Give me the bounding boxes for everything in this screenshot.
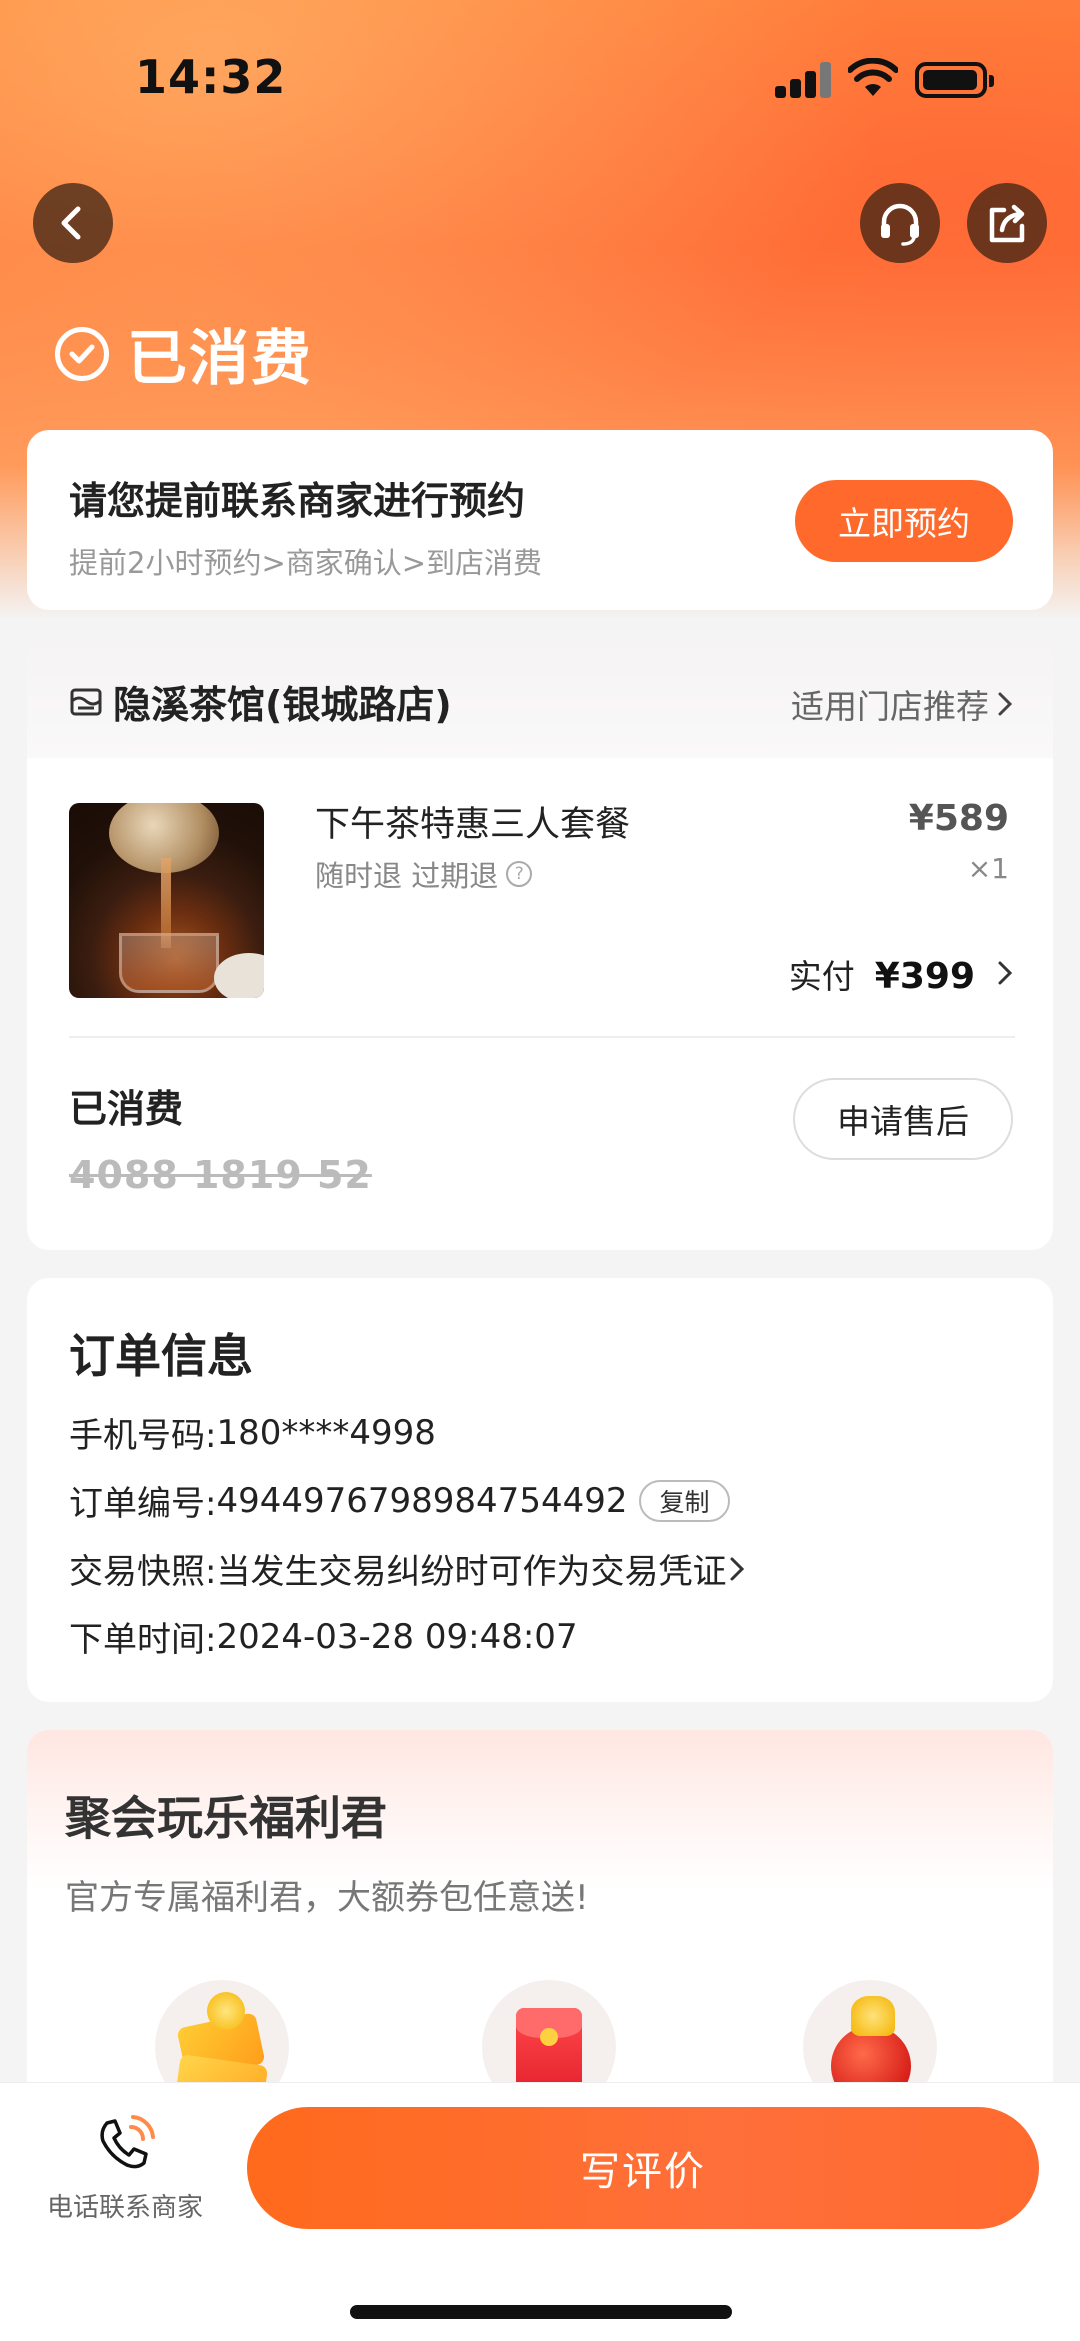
store-name-row[interactable]: 隐溪茶馆(银城路店) xyxy=(69,674,452,729)
phone-row: 手机号码: 180****4998 xyxy=(69,1408,436,1457)
booking-steps: 提前2小时预约>商家确认>到店消费 xyxy=(69,546,543,580)
order-time: 2024-03-28 09:48:07 xyxy=(216,1616,578,1657)
voucher-code: 4088 1819 52 xyxy=(69,1153,372,1197)
order-card: 隐溪茶馆(银城路店) 适用门店推荐 下午茶特惠三人套餐 随时退 过期退 ? ¥5… xyxy=(27,638,1053,1250)
call-merchant-button[interactable]: 电话联系商家 xyxy=(30,2113,220,2224)
order-info-card: 订单信息 手机号码: 180****4998 订单编号: 49449767989… xyxy=(27,1278,1053,1702)
book-now-button[interactable]: 立即预约 xyxy=(795,480,1013,562)
after-sale-button[interactable]: 申请售后 xyxy=(793,1078,1013,1160)
benefit-title: 聚会玩乐福利君 xyxy=(65,1791,387,1845)
product-image[interactable] xyxy=(69,803,264,998)
store-name: 隐溪茶馆(银城路店) xyxy=(113,683,452,727)
phone-icon xyxy=(100,2115,155,2169)
applicable-stores-label: 适用门店推荐 xyxy=(791,687,989,726)
paid-amount: ¥399 xyxy=(874,956,975,997)
status-time: 14:32 xyxy=(135,50,287,104)
back-button[interactable] xyxy=(33,183,113,263)
benefit-subtitle: 官方专属福利君，大额券包任意送! xyxy=(65,1878,589,1918)
chevron-right-icon xyxy=(998,961,1013,985)
order-status: 已消费 xyxy=(55,310,313,397)
call-merchant-label: 电话联系商家 xyxy=(46,2193,203,2223)
order-time-row: 下单时间: 2024-03-28 09:48:07 xyxy=(69,1612,578,1661)
customer-service-button[interactable] xyxy=(860,183,940,263)
refund-tags: 随时退 过期退 xyxy=(315,859,499,893)
home-indicator xyxy=(350,2305,732,2319)
order-number-row: 订单编号: 4944976798984754492 复制 xyxy=(69,1476,730,1525)
battery-icon xyxy=(915,62,994,98)
copy-button[interactable]: 复制 xyxy=(639,1479,730,1522)
info-label: 手机号码: xyxy=(69,1416,217,1456)
booking-card: 请您提前联系商家进行预约 提前2小时预约>商家确认>到店消费 立即预约 xyxy=(27,430,1053,610)
product-name[interactable]: 下午茶特惠三人套餐 xyxy=(315,796,630,847)
chevron-right-icon xyxy=(998,692,1013,716)
write-review-button[interactable]: 写评价 xyxy=(247,2107,1039,2229)
product-price: ¥589 xyxy=(908,798,1009,839)
status-bar: 14:32 xyxy=(0,0,1080,160)
signal-icon xyxy=(775,62,835,98)
benefit-card: 聚会玩乐福利君 官方专属福利君，大额券包任意送! xyxy=(27,1730,1053,2130)
back-icon xyxy=(61,206,81,240)
info-label: 交易快照: xyxy=(69,1552,217,1592)
applicable-stores-link[interactable]: 适用门店推荐 xyxy=(791,680,1015,728)
refund-policy: 随时退 过期退 ? xyxy=(315,853,533,895)
headset-icon xyxy=(881,203,919,246)
paid-label: 实付 xyxy=(788,957,855,996)
order-number: 4944976798984754492 xyxy=(216,1480,628,1521)
booking-title: 请您提前联系商家进行预约 xyxy=(69,479,526,523)
check-circle-icon xyxy=(55,326,109,381)
order-info-title: 订单信息 xyxy=(69,1329,253,1383)
info-label: 下单时间: xyxy=(69,1620,217,1660)
question-icon[interactable]: ? xyxy=(506,861,533,887)
snapshot-text: 当发生交易纠纷时可作为交易凭证 xyxy=(216,1552,727,1592)
chevron-right-icon xyxy=(730,1557,745,1580)
share-button[interactable] xyxy=(967,183,1047,263)
order-status-text: 已消费 xyxy=(127,324,313,394)
divider xyxy=(69,1036,1015,1038)
wifi-icon xyxy=(848,58,898,96)
voucher-status: 已消费 xyxy=(69,1087,184,1131)
store-icon xyxy=(70,688,102,715)
snapshot-row[interactable]: 交易快照: 当发生交易纠纷时可作为交易凭证 xyxy=(69,1544,748,1593)
paid-row[interactable]: 实付 ¥399 xyxy=(789,950,1015,998)
bottom-action-bar: 电话联系商家 写评价 xyxy=(0,2082,1080,2341)
info-label: 订单编号: xyxy=(69,1484,217,1524)
share-icon xyxy=(989,204,1025,243)
product-quantity: ×1 xyxy=(967,852,1009,885)
phone-number: 180****4998 xyxy=(216,1412,436,1453)
